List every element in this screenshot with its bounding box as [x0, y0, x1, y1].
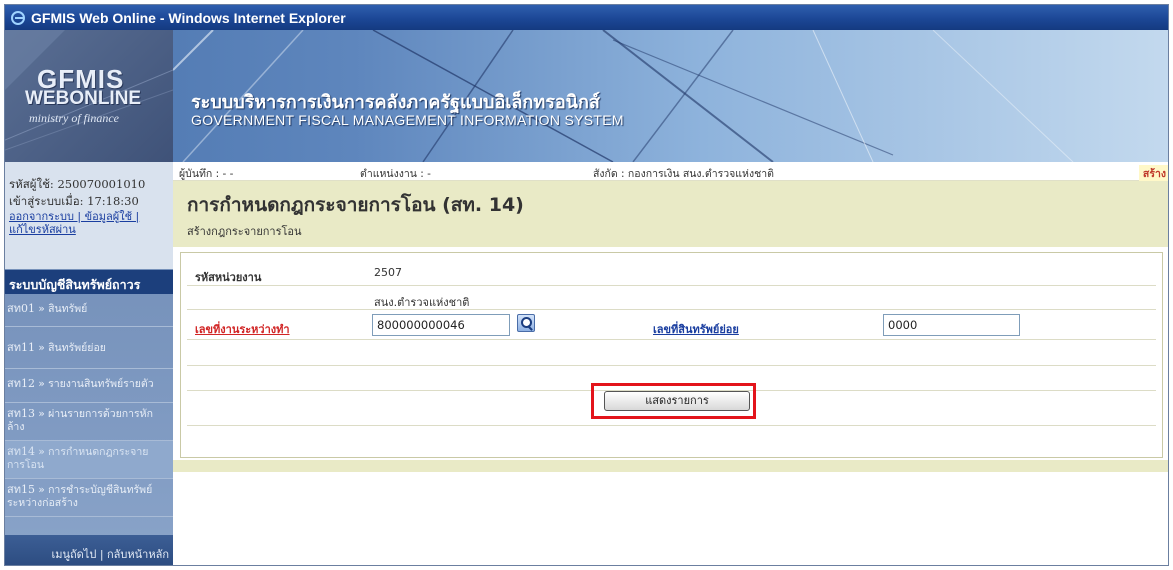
position-info: ตำแหน่งงาน : - [360, 168, 431, 180]
browser-window: GFMIS Web Online - Windows Internet Expl… [4, 4, 1169, 566]
row-divider [187, 365, 1156, 366]
sidebar-item-st11[interactable]: สท11 » สินทรัพย์ย่อย [5, 327, 173, 369]
sidebar-item-st13[interactable]: สท13 » ผ่านรายการด้วยการหัก ล้าง [5, 403, 173, 441]
status-badge: สร้าง [1138, 165, 1168, 182]
sidebar-item-st15[interactable]: สท15 » การชำระบัญชีสินทรัพย์ ระหว่างก่อส… [5, 479, 173, 517]
row-divider [187, 285, 1156, 286]
sub-asset-number-input[interactable] [883, 314, 1020, 336]
login-time: เข้าสู่ระบบเมื่อ: 17:18:30 [9, 194, 139, 208]
internet-explorer-icon [11, 10, 25, 25]
show-list-button[interactable]: แสดงรายการ [604, 391, 750, 411]
window-title-bar: GFMIS Web Online - Windows Internet Expl… [5, 5, 1168, 30]
menu-heading: ระบบบัญชีสินทรัพย์ถาวร [5, 270, 173, 294]
app-banner: GFMIS WEBONLINE ministry of finance ระบบ… [5, 30, 1168, 162]
sidebar-footer-links[interactable]: เมนูถัดไป | กลับหน้าหลัก [5, 535, 173, 565]
unit-code-label: รหัสหน่วยงาน [195, 271, 262, 284]
info-bar: ผู้บันทึก : - - ตำแหน่งงาน : - สังกัด : … [173, 162, 1168, 182]
affiliation-info: สังกัด : กองการเงิน สนง.ตำรวจแห่งชาติ [593, 168, 774, 180]
form-panel: รหัสหน่วยงาน 2507 สนง.ตำรวจแห่งชาติ เลขท… [180, 252, 1163, 458]
unit-code-value: 2507 [374, 266, 402, 279]
logo-text-ministry: ministry of finance [29, 111, 119, 125]
main-content: ผู้บันทึก : - - ตำแหน่งงาน : - สังกัด : … [173, 162, 1168, 565]
row-divider [187, 425, 1156, 426]
sidebar: รหัสผู้ใช้: 250070001010 เข้าสู่ระบบเมื่… [5, 162, 173, 565]
gfmis-logo: GFMIS WEBONLINE ministry of finance [5, 30, 173, 162]
sidebar-item-st14[interactable]: สท14 » การกำหนดกฎกระจาย การโอน [5, 441, 173, 479]
banner-title-english: GOVERNMENT FISCAL MANAGEMENT INFORMATION… [191, 112, 624, 128]
sub-asset-number-link[interactable]: เลขที่สินทรัพย์ย่อย [653, 320, 739, 338]
search-icon[interactable] [517, 314, 535, 332]
user-id: รหัสผู้ใช้: 250070001010 [9, 177, 146, 191]
page-header: การกำหนดกฎกระจายการโอน (สท. 14) สร้างกฎก… [173, 181, 1168, 247]
sidebar-menu: สท01 » สินทรัพย์ สท11 » สินทรัพย์ย่อย สท… [5, 294, 173, 517]
logo-text-webonline: WEBONLINE [25, 88, 142, 109]
wip-number-link[interactable]: เลขที่งานระหว่างทำ [195, 320, 290, 338]
row-divider [187, 309, 1156, 310]
page-subtitle: สร้างกฎกระจายการโอน [187, 225, 302, 238]
sidebar-item-st12[interactable]: สท12 » รายงานสินทรัพย์รายตัว [5, 369, 173, 403]
wip-number-input[interactable] [372, 314, 510, 336]
page-title: การกำหนดกฎกระจายการโอน (สท. 14) [187, 194, 524, 216]
sidebar-item-st01[interactable]: สท01 » สินทรัพย์ [5, 294, 173, 327]
recorder-info: ผู้บันทึก : - - [179, 168, 234, 180]
user-info-box: รหัสผู้ใช้: 250070001010 เข้าสู่ระบบเมื่… [5, 162, 173, 269]
panel-footer-band [173, 460, 1168, 472]
row-divider [187, 339, 1156, 340]
logout-userinfo-links[interactable]: ออกจากระบบ | ข้อมูลผู้ใช้ | [9, 210, 169, 223]
change-password-link[interactable]: แก้ไขรหัสผ่าน [9, 223, 169, 236]
window-title: GFMIS Web Online - Windows Internet Expl… [31, 9, 346, 26]
